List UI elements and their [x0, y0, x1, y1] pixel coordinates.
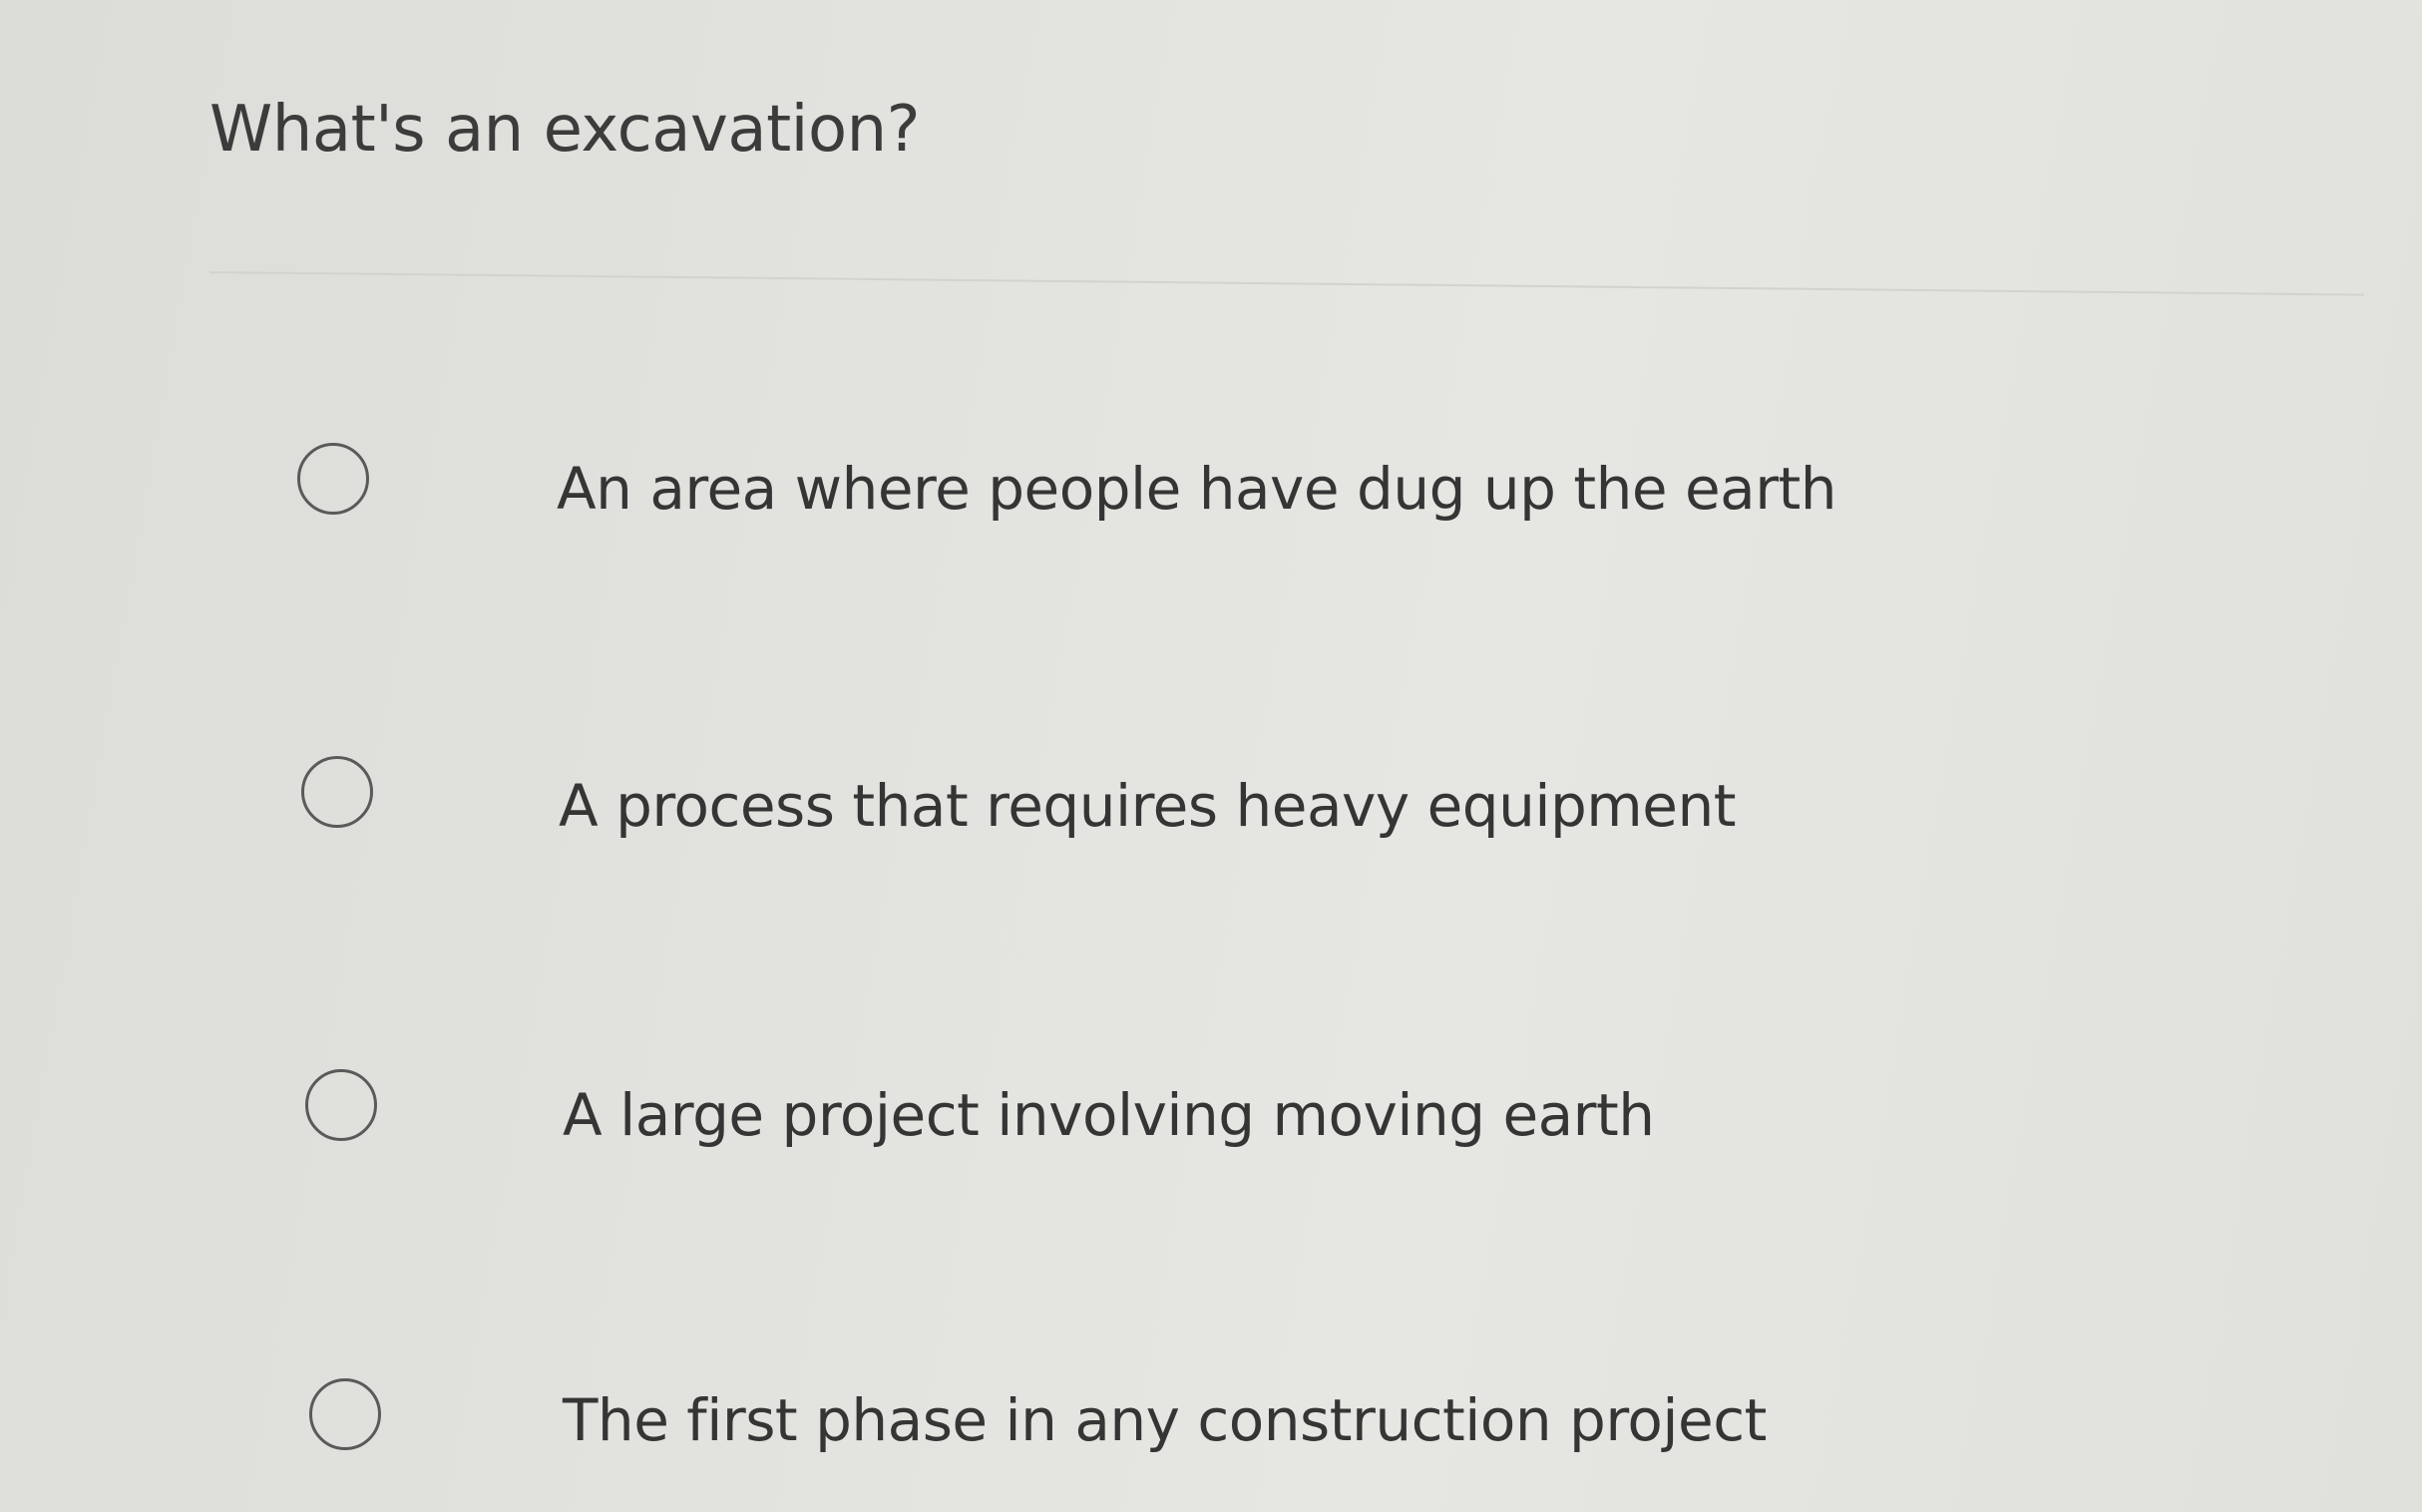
option-label: A large project involving moving earth — [563, 1081, 1655, 1149]
option-label: An area where people have dug up the ear… — [557, 455, 1837, 523]
option-2[interactable]: A process that requires heavy equipment — [0, 752, 2422, 862]
option-label: The first phase in any construction proj… — [563, 1386, 1767, 1454]
radio-button-icon[interactable] — [301, 756, 373, 828]
option-label: A process that requires heavy equipment — [559, 772, 1736, 840]
question-title: What's an excavation? — [209, 93, 921, 167]
option-4[interactable]: The first phase in any construction proj… — [0, 1366, 2422, 1476]
divider — [208, 271, 2364, 296]
radio-button-icon[interactable] — [309, 1378, 381, 1450]
radio-button-icon[interactable] — [297, 443, 369, 515]
option-3[interactable]: A large project involving moving earth — [0, 1065, 2422, 1175]
option-1[interactable]: An area where people have dug up the ear… — [0, 439, 2422, 549]
radio-button-icon[interactable] — [305, 1069, 377, 1141]
